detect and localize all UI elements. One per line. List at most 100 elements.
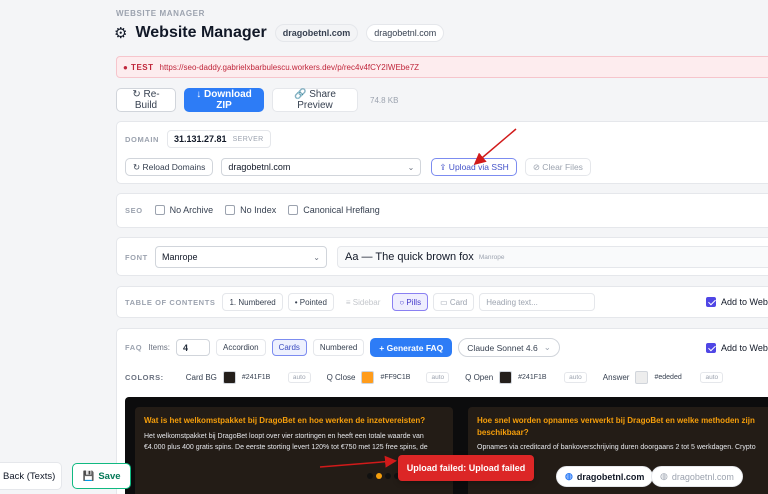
back-texts-button[interactable]: Back (Texts) bbox=[0, 462, 62, 490]
footer-domain-pill[interactable]: ◍ dragobetnl.com bbox=[556, 466, 654, 487]
model-select[interactable]: Claude Sonnet 4.6 ⌄ bbox=[458, 338, 560, 357]
no-archive-checkbox[interactable]: No Archive bbox=[154, 205, 214, 215]
rebuild-button[interactable]: ↻ Re-Build bbox=[116, 88, 176, 112]
toc-add-to-website[interactable]: Add to Website bbox=[706, 297, 768, 307]
q-close-hex[interactable]: #FF9C1B bbox=[380, 374, 420, 381]
answer-auto[interactable]: auto bbox=[700, 372, 724, 383]
seo-card: SEO No Archive No Index Canonical Hrefla… bbox=[116, 193, 768, 228]
domain-card: DOMAIN 31.131.27.81 SERVER ↻ Reload Doma… bbox=[116, 121, 768, 184]
answer-swatch[interactable] bbox=[635, 371, 649, 384]
font-preview-text: Aa — The quick brown fox bbox=[345, 251, 474, 263]
domain-select[interactable]: dragobetnl.com ⌄ bbox=[221, 158, 422, 176]
domain-chip[interactable]: dragobetnl.com bbox=[274, 24, 359, 42]
action-bar: ↻ Re-Build ↓ Download ZIP 🔗 Share Previe… bbox=[116, 88, 398, 112]
faq-numbered-option[interactable]: Numbered bbox=[312, 339, 365, 356]
footer-domain-alt-text: dragobetnl.com bbox=[671, 471, 734, 482]
save-button[interactable]: 💾 Save bbox=[72, 463, 131, 489]
theme-dots[interactable] bbox=[367, 473, 400, 479]
toc-card: TABLE OF CONTENTS 1. Numbered • Pointed … bbox=[116, 286, 768, 318]
answer-hex[interactable]: #ededed bbox=[654, 374, 694, 381]
faq-answer: Het welkomstpakket bij DragoBet loopt ov… bbox=[144, 432, 428, 451]
test-url-bar[interactable]: ● TEST https://seo-daddy.gabrielxbarbule… bbox=[116, 56, 768, 78]
no-index-checkbox[interactable]: No Index bbox=[225, 205, 276, 215]
upload-ssh-button[interactable]: ⇪ Upload via SSH bbox=[431, 158, 517, 176]
faq-question[interactable]: Wat is het welkomstpakket bij DragoBet e… bbox=[144, 415, 444, 427]
toc-label: TABLE OF CONTENTS bbox=[125, 297, 216, 307]
card-bg-swatch[interactable] bbox=[222, 371, 236, 384]
seo-label: SEO bbox=[125, 205, 143, 215]
generate-faq-button[interactable]: + Generate FAQ bbox=[370, 338, 453, 357]
server-ip-value: 31.131.27.81 bbox=[174, 134, 227, 144]
faq-question[interactable]: Hoe snel worden opnames verwerkt bij Dra… bbox=[477, 415, 768, 438]
faq-cards-option[interactable]: Cards bbox=[271, 339, 307, 356]
faq-items-label: Items: bbox=[148, 343, 170, 352]
share-preview-button[interactable]: 🔗 Share Preview bbox=[272, 88, 358, 112]
download-zip-button[interactable]: ↓ Download ZIP bbox=[184, 88, 264, 112]
checkbox-checked[interactable] bbox=[706, 343, 716, 353]
q-open-swatch[interactable] bbox=[499, 371, 513, 384]
colors-label: COLORS: bbox=[125, 373, 164, 382]
faq-items-input[interactable]: 4 bbox=[176, 339, 210, 356]
toc-sidebar-option[interactable]: ≡ Sidebar bbox=[338, 293, 388, 311]
chevron-down-icon: ⌄ bbox=[407, 162, 415, 172]
model-select-value: Claude Sonnet 4.6 bbox=[467, 342, 538, 353]
toc-heading-input[interactable]: Heading text... bbox=[479, 293, 596, 311]
save-label: Save bbox=[98, 470, 121, 482]
no-archive-label: No Archive bbox=[169, 205, 214, 215]
toc-card-option[interactable]: ▭ Card bbox=[433, 293, 475, 311]
font-select[interactable]: Manrope ⌄ bbox=[155, 246, 327, 268]
q-open-label: Q Open bbox=[465, 373, 494, 382]
zip-size: 74.8 KB bbox=[370, 95, 399, 105]
chevron-down-icon: ⌄ bbox=[313, 252, 320, 262]
toc-pills-option[interactable]: ○ Pills bbox=[392, 293, 429, 311]
q-open-hex[interactable]: #241F1B bbox=[518, 374, 558, 381]
toc-numbered-option[interactable]: 1. Numbered bbox=[222, 293, 283, 311]
toc-add-label: Add to Website bbox=[721, 297, 768, 307]
checkbox-box[interactable] bbox=[154, 205, 165, 215]
domain-chip-alt[interactable]: dragobetnl.com bbox=[366, 24, 445, 42]
font-card: FONT Manrope ⌄ Aa — The quick brown fox … bbox=[116, 237, 768, 276]
server-ip: 31.131.27.81 SERVER bbox=[167, 130, 271, 148]
test-url[interactable]: https://seo-daddy.gabrielxbarbulescu.wor… bbox=[160, 63, 420, 72]
font-preview-name: Manrope bbox=[478, 253, 505, 261]
save-icon: 💾 bbox=[82, 470, 95, 482]
clear-files-button[interactable]: ⊘ Clear Files bbox=[524, 158, 591, 176]
font-preview: Aa — The quick brown fox Manrope bbox=[337, 246, 768, 268]
q-close-auto[interactable]: auto bbox=[426, 372, 450, 383]
gear-icon: ⚙ bbox=[114, 24, 128, 42]
card-bg-hex[interactable]: #241F1B bbox=[242, 374, 282, 381]
eyebrow: WEBSITE MANAGER bbox=[116, 9, 205, 18]
globe-icon: ◍ bbox=[660, 471, 668, 481]
faq-label: FAQ bbox=[125, 343, 143, 352]
domain-label: DOMAIN bbox=[125, 134, 160, 144]
canonical-hreflang-checkbox[interactable]: Canonical Hreflang bbox=[288, 205, 380, 215]
footer-domain-pill-alt[interactable]: ◍ dragobetnl.com bbox=[651, 466, 743, 487]
title-row: ⚙ Website Manager dragobetnl.com dragobe… bbox=[114, 22, 445, 44]
color-settings: COLORS: Card BG #241F1B auto Q Close #FF… bbox=[125, 371, 733, 384]
checkbox-checked[interactable] bbox=[706, 297, 716, 307]
faq-add-to-website[interactable]: Add to Website bbox=[706, 343, 768, 353]
card-bg-label: Card BG bbox=[185, 373, 217, 382]
canonical-hreflang-label: Canonical Hreflang bbox=[303, 205, 380, 215]
answer-label: Answer bbox=[602, 373, 630, 382]
theme-dot[interactable] bbox=[385, 473, 391, 479]
toc-pointed-option[interactable]: • Pointed bbox=[287, 293, 334, 311]
no-index-label: No Index bbox=[240, 205, 277, 215]
footer-domain-text: dragobetnl.com bbox=[576, 471, 645, 482]
page-title: Website Manager bbox=[135, 24, 267, 41]
checkbox-box[interactable] bbox=[225, 205, 236, 215]
q-close-swatch[interactable] bbox=[361, 371, 375, 384]
checkbox-box[interactable] bbox=[288, 205, 299, 215]
reload-domains-button[interactable]: ↻ Reload Domains bbox=[125, 158, 214, 176]
test-tag: ● TEST bbox=[123, 62, 154, 72]
faq-answer: Opnames via creditcard of bankoverschrij… bbox=[477, 444, 756, 452]
q-open-auto[interactable]: auto bbox=[564, 372, 587, 383]
faq-accordion-option[interactable]: Accordion bbox=[216, 339, 266, 356]
error-toast[interactable]: Upload failed: Upload failed bbox=[398, 455, 534, 481]
theme-dot[interactable] bbox=[367, 473, 373, 479]
chevron-down-icon: ⌄ bbox=[543, 342, 551, 352]
theme-dot[interactable] bbox=[376, 473, 382, 479]
font-label: FONT bbox=[125, 252, 148, 262]
card-bg-auto[interactable]: auto bbox=[287, 372, 311, 383]
globe-icon: ◍ bbox=[565, 471, 573, 481]
